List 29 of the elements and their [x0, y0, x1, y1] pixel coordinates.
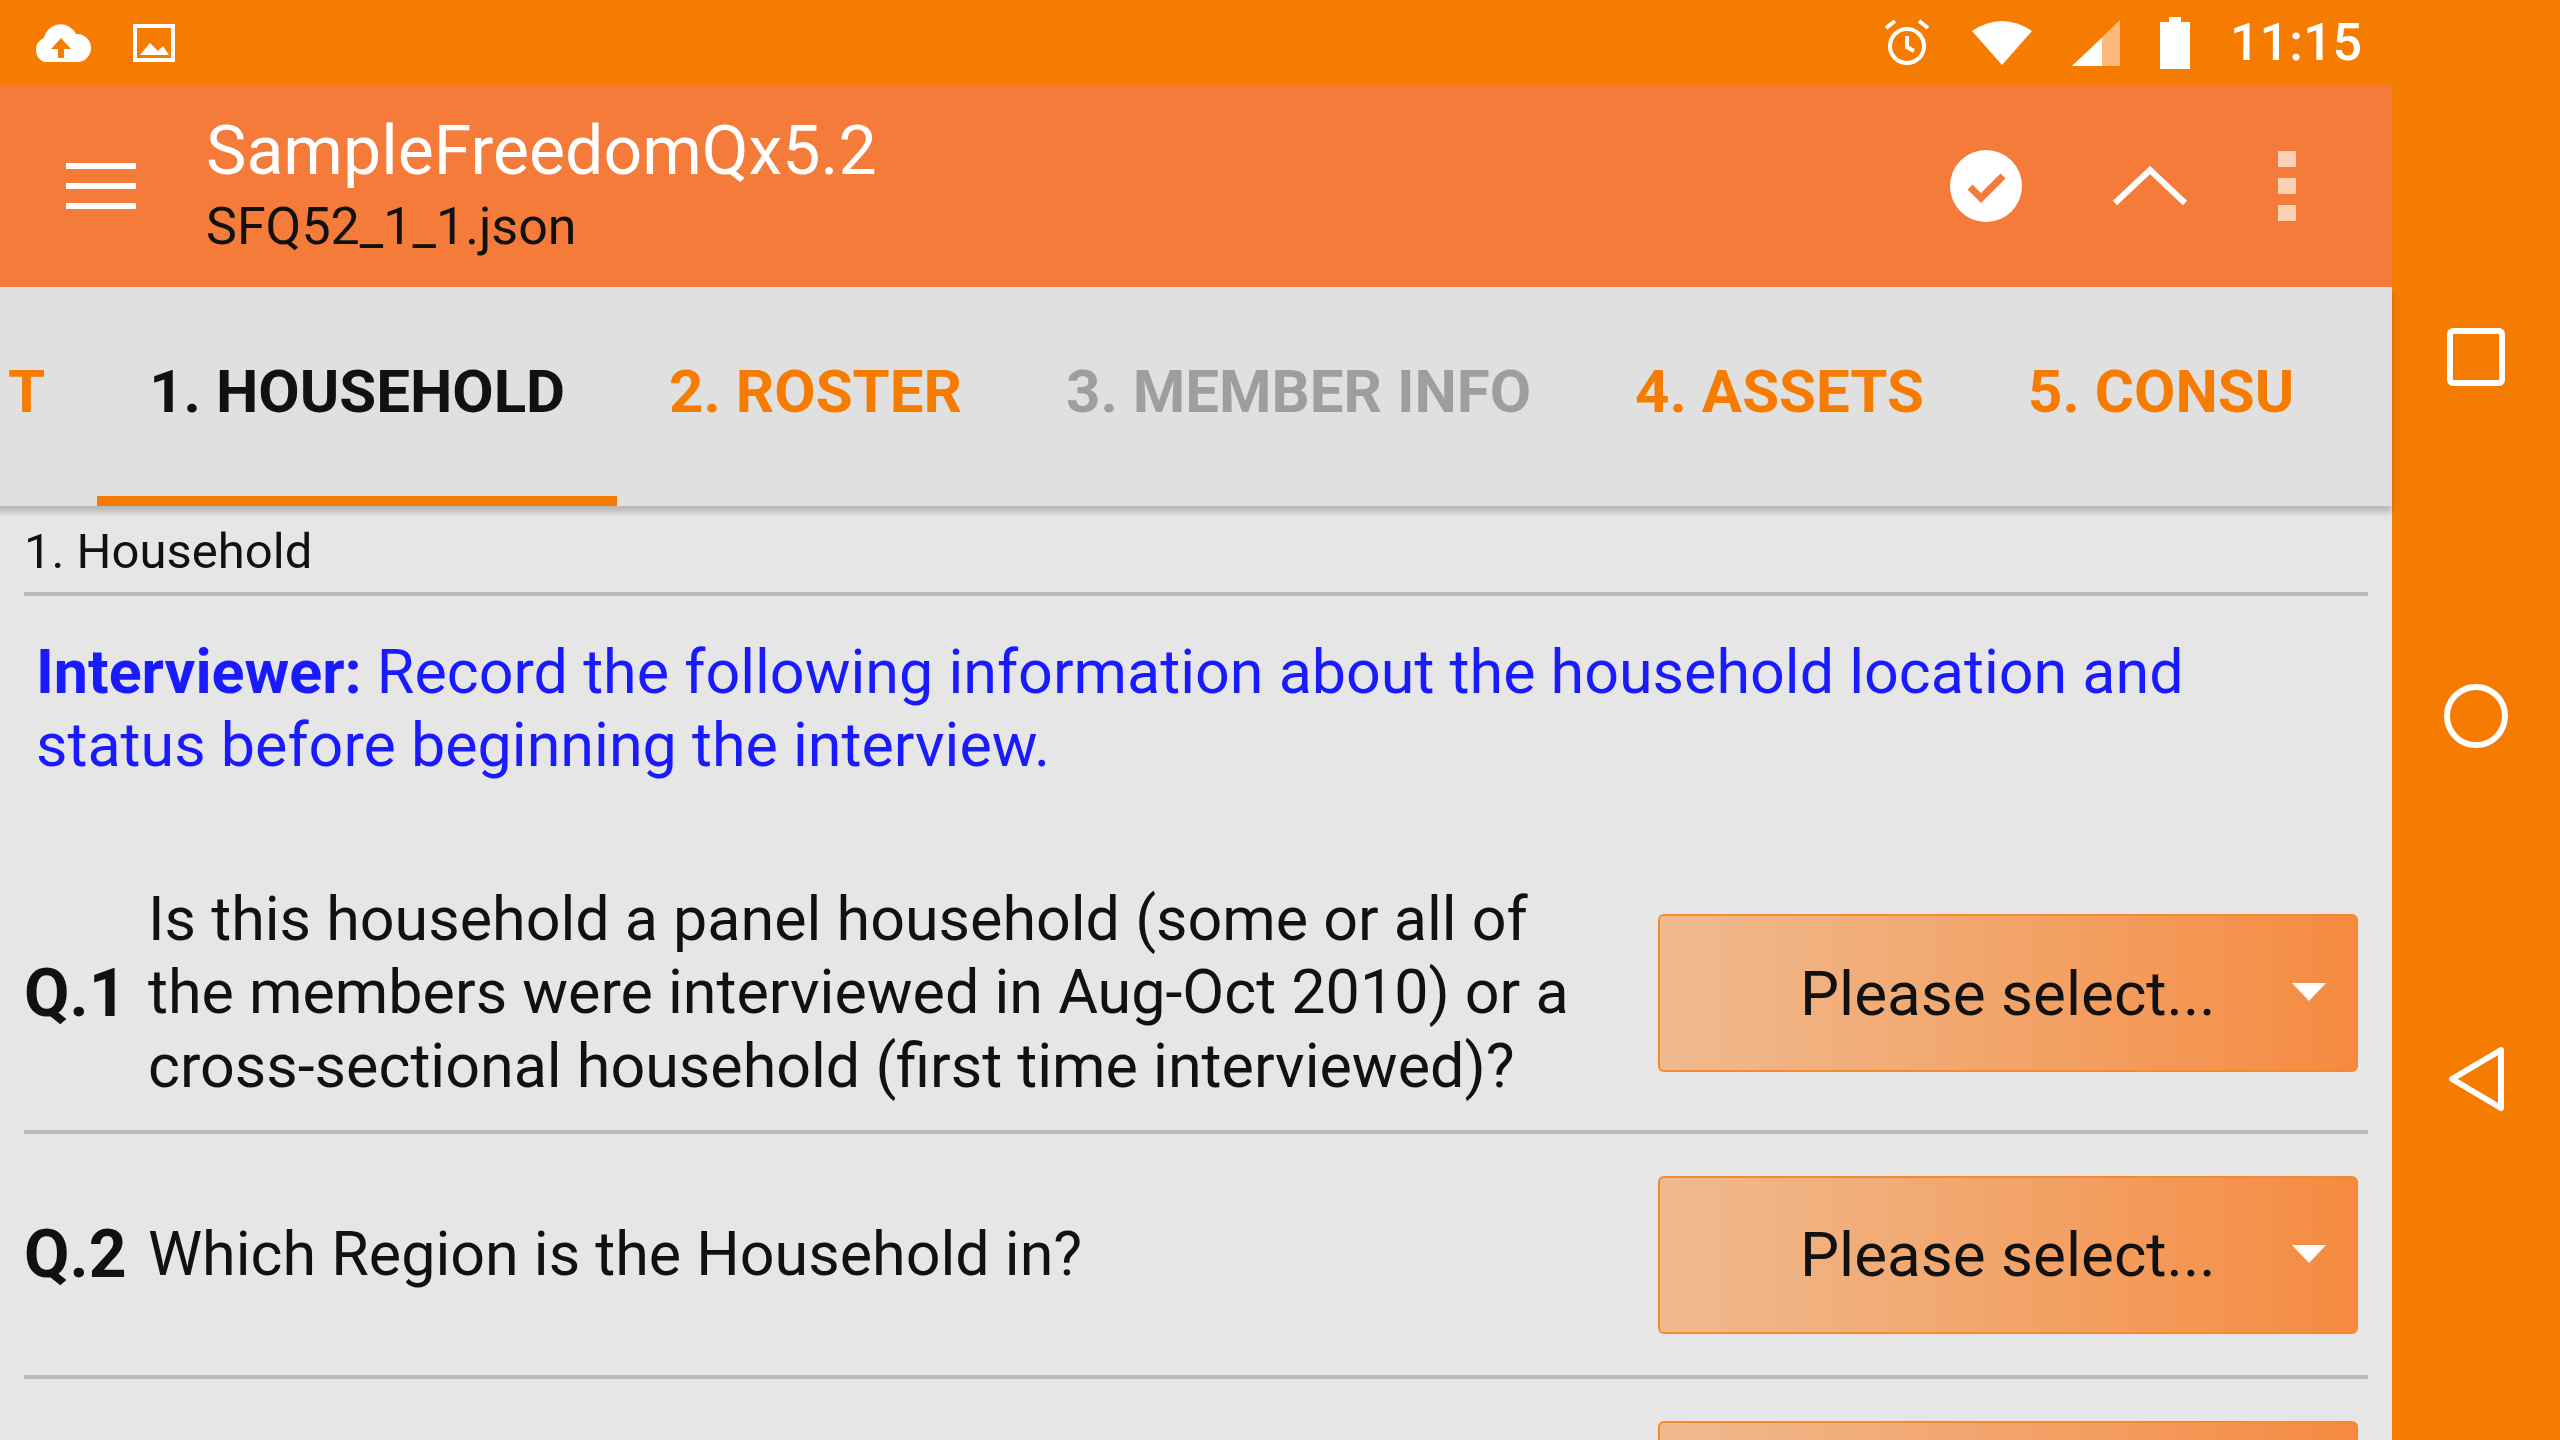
dropdown-caret-icon — [2292, 1244, 2326, 1265]
status-time: 11:15 — [2230, 10, 2362, 75]
instruction-text: Interviewer: Record the following information about the household location and status before beginning the interview. — [35, 635, 2185, 784]
image-icon — [132, 22, 176, 63]
question-number: Q.2 — [24, 1215, 128, 1295]
section-title: 1. Household — [24, 521, 313, 582]
question-text: Which Region is the Household in? — [148, 1217, 1084, 1292]
select-dropdown[interactable]: Please select... — [1658, 914, 2358, 1072]
wifi-icon — [1972, 20, 2033, 65]
tab[interactable]: 3. MEMBER INFO — [1013, 287, 1584, 506]
chevron-up-icon[interactable] — [2112, 166, 2188, 206]
tab[interactable]: T — [0, 287, 98, 506]
menu-icon[interactable] — [66, 163, 136, 209]
home-icon[interactable] — [2443, 683, 2509, 749]
app-title: SampleFreedomQx5.2 — [206, 111, 878, 193]
back-icon[interactable] — [2447, 1045, 2505, 1112]
tab[interactable]: 4. ASSETS — [1583, 287, 1976, 506]
question-text: Is this household a panel household (some or all of the members were interviewed in Aug-Oct 2010) or a cross-sectional household (first time interviewed)? — [148, 883, 1570, 1103]
dropdown-caret-icon — [2292, 983, 2326, 1003]
more-vertical-icon[interactable] — [2278, 151, 2296, 221]
question-number: Q.1 — [24, 953, 128, 1034]
battery-icon — [2160, 16, 2191, 69]
select-dropdown[interactable]: Please select... — [1658, 1175, 2358, 1334]
check-circle-icon[interactable] — [1950, 150, 2022, 222]
tab[interactable]: 5. CONSU — [1976, 287, 2347, 506]
recent-apps-icon[interactable] — [2447, 328, 2505, 387]
tab[interactable]: 2. ROSTER — [617, 287, 1014, 506]
app-subtitle: SFQ52_1_1.json — [206, 195, 578, 259]
signal-icon — [2072, 19, 2121, 66]
